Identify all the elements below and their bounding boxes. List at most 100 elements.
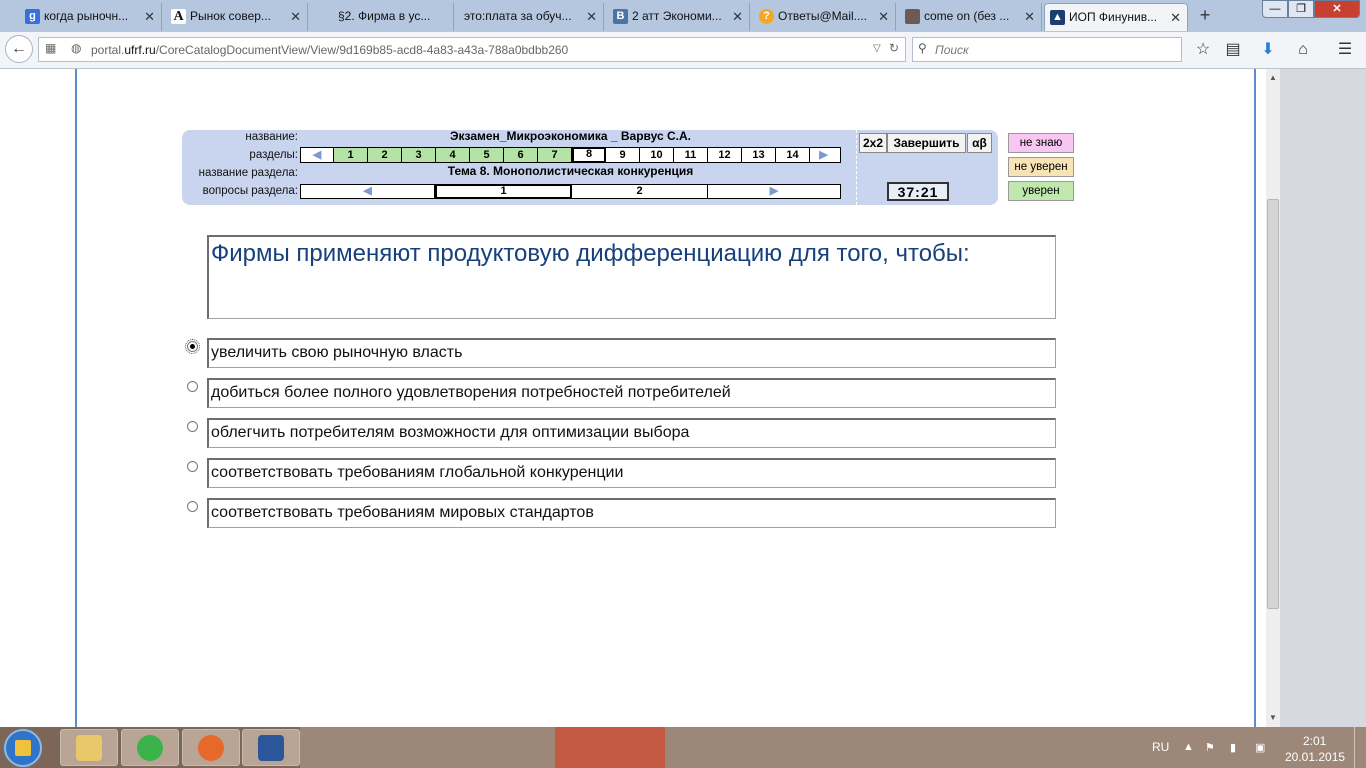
reload-icon[interactable]: ↻ xyxy=(889,41,899,55)
finish-button[interactable]: Завершить xyxy=(887,133,966,153)
network-icon[interactable]: ▣ xyxy=(1255,741,1267,754)
clock-time[interactable]: 2:01 xyxy=(1303,734,1326,748)
2x2-button[interactable]: 2x2 xyxy=(859,133,887,153)
section-14-button[interactable]: 14 xyxy=(776,148,810,162)
scroll-thumb[interactable] xyxy=(1267,199,1279,609)
close-tab-icon[interactable]: ✕ xyxy=(878,3,889,30)
section-5-button[interactable]: 5 xyxy=(470,148,504,162)
tab-iop-active[interactable]: ▲ ИОП Финунив... ✕ xyxy=(1044,3,1188,31)
search-bar[interactable]: ⚲ Поиск xyxy=(912,37,1182,62)
back-button[interactable]: ← xyxy=(5,35,33,63)
section-12-button[interactable]: 12 xyxy=(708,148,742,162)
answer-option-4[interactable]: соответствовать требованиям глобальной к… xyxy=(207,458,1056,488)
close-tab-icon[interactable]: ✕ xyxy=(290,3,301,30)
section-2-button[interactable]: 2 xyxy=(368,148,402,162)
close-tab-icon[interactable]: ✕ xyxy=(144,3,155,30)
question-2-button[interactable]: 2 xyxy=(572,185,708,198)
close-tab-icon[interactable]: ✕ xyxy=(586,3,597,30)
tab-firm[interactable]: §2. Фирма в ус... xyxy=(312,3,454,31)
next-section-icon[interactable]: ▶ xyxy=(807,148,840,162)
tab-label: 2 атт Экономи... xyxy=(632,9,722,23)
scroll-down-icon[interactable]: ▼ xyxy=(1266,713,1280,722)
answer-text: добиться более полного удовлетворения по… xyxy=(211,384,731,401)
language-indicator[interactable]: RU xyxy=(1152,740,1169,754)
new-tab-button[interactable]: + xyxy=(1194,4,1216,28)
show-hidden-icons-icon[interactable]: ▲ xyxy=(1183,741,1195,753)
answer-radio-1[interactable] xyxy=(185,339,200,354)
section-9-button[interactable]: 9 xyxy=(606,148,640,162)
answer-option-5[interactable]: соответствовать требованиям мировых стан… xyxy=(207,498,1056,528)
taskbar-mail-agent[interactable] xyxy=(121,729,179,766)
clock-date[interactable]: 20.01.2015 xyxy=(1285,750,1345,764)
tab-come-on[interactable]: come on (без ... ✕ xyxy=(900,3,1042,31)
next-question-icon[interactable]: ▶ xyxy=(708,185,840,198)
tab-market[interactable]: A Рынок совер... ✕ xyxy=(166,3,308,31)
graduation-cap-icon: ▲ xyxy=(1050,10,1065,25)
answer-radio-2[interactable] xyxy=(187,381,198,392)
question-box: Фирмы применяют продуктовую дифференциац… xyxy=(207,235,1056,319)
taskbar-word[interactable] xyxy=(242,729,300,766)
answer-option-1[interactable]: увеличить свою рыночную власть xyxy=(207,338,1056,368)
alphabet-toggle-button[interactable]: αβ xyxy=(967,133,992,153)
tab-label: ИОП Финунив... xyxy=(1069,10,1158,24)
section-7-button[interactable]: 7 xyxy=(538,148,572,162)
taskbar-firefox[interactable] xyxy=(182,729,240,766)
answer-radio-3[interactable] xyxy=(187,421,198,432)
downloads-icon[interactable]: ⬇ xyxy=(1258,41,1278,59)
section-10-button[interactable]: 10 xyxy=(640,148,674,162)
navigation-bar: ← ▦ ◍ portal.ufrf.ru/CoreCatalogDocument… xyxy=(0,32,1366,69)
section-11-button[interactable]: 11 xyxy=(674,148,708,162)
sections-navigator: ◀ 1 2 3 4 5 6 7 8 9 10 11 12 13 14 ▶ xyxy=(300,147,841,163)
tab-google[interactable]: g когда рыночн... ✕ xyxy=(20,3,162,31)
close-tab-icon[interactable]: ✕ xyxy=(732,3,743,30)
minimize-button[interactable]: — xyxy=(1262,0,1288,18)
dont-know-button[interactable]: не знаю xyxy=(1008,133,1074,153)
action-center-flag-icon[interactable]: ⚑ xyxy=(1205,741,1217,754)
vertical-scrollbar[interactable]: ▲ ▼ xyxy=(1266,69,1280,727)
timer: 37:21 xyxy=(887,182,949,201)
tab-label: Рынок совер... xyxy=(190,9,271,23)
tab-tuition[interactable]: это:плата за обуч... ✕ xyxy=(456,3,604,31)
close-window-button[interactable]: ✕ xyxy=(1314,0,1360,18)
section-1-button[interactable]: 1 xyxy=(334,148,368,162)
section-4-button[interactable]: 4 xyxy=(436,148,470,162)
tab-vk[interactable]: B 2 атт Экономи... ✕ xyxy=(608,3,750,31)
answer-radio-5[interactable] xyxy=(187,501,198,512)
answer-option-2[interactable]: добиться более полного удовлетворения по… xyxy=(207,378,1056,408)
bookmark-star-icon[interactable]: ☆ xyxy=(1193,41,1213,59)
not-sure-button[interactable]: не уверен xyxy=(1008,157,1074,177)
answer-option-3[interactable]: облегчить потребителям возможности для о… xyxy=(207,418,1056,448)
sections-label: разделы: xyxy=(249,149,298,161)
windows-taskbar: RU ▲ ⚑ ▮ ▣ 2:01 20.01.2015 xyxy=(0,727,1366,768)
restore-button[interactable]: ❐ xyxy=(1288,0,1314,18)
section-6-button[interactable]: 6 xyxy=(504,148,538,162)
vk-icon: B xyxy=(613,9,628,24)
tab-label: Ответы@Mail.... xyxy=(778,9,867,23)
history-dropdown-icon[interactable]: ▽ xyxy=(873,43,881,54)
menu-icon[interactable]: ☰ xyxy=(1335,41,1355,59)
section-13-button[interactable]: 13 xyxy=(742,148,776,162)
sure-button[interactable]: уверен xyxy=(1008,181,1074,201)
home-icon[interactable]: ⌂ xyxy=(1293,41,1313,59)
tab-label: когда рыночн... xyxy=(44,9,129,23)
close-tab-icon[interactable]: ✕ xyxy=(1170,4,1181,31)
wallpaper-region xyxy=(555,727,665,768)
answer-radio-4[interactable] xyxy=(187,461,198,472)
exam-title: Экзамен_Микроэкономика _ Варвус С.А. xyxy=(449,129,691,143)
scroll-up-icon[interactable]: ▲ xyxy=(1266,73,1280,82)
question-1-button[interactable]: 1 xyxy=(435,184,572,199)
mail-agent-icon xyxy=(137,735,163,761)
start-button[interactable] xyxy=(4,729,42,767)
prev-question-icon[interactable]: ◀ xyxy=(301,185,435,198)
prev-section-icon[interactable]: ◀ xyxy=(301,148,334,162)
taskbar-explorer[interactable] xyxy=(60,729,118,766)
tab-mail-answers[interactable]: ? Ответы@Mail.... ✕ xyxy=(754,3,896,31)
power-icon[interactable]: ▮ xyxy=(1230,741,1242,754)
reading-list-icon[interactable]: ▤ xyxy=(1223,41,1243,59)
address-bar[interactable]: ▦ ◍ portal.ufrf.ru/CoreCatalogDocumentVi… xyxy=(38,37,906,62)
tabs-grid-icon[interactable]: ▦ xyxy=(45,41,56,55)
close-tab-icon[interactable]: ✕ xyxy=(1024,3,1035,30)
show-desktop-button[interactable] xyxy=(1354,727,1366,768)
section-8-button[interactable]: 8 xyxy=(572,147,606,163)
section-3-button[interactable]: 3 xyxy=(402,148,436,162)
